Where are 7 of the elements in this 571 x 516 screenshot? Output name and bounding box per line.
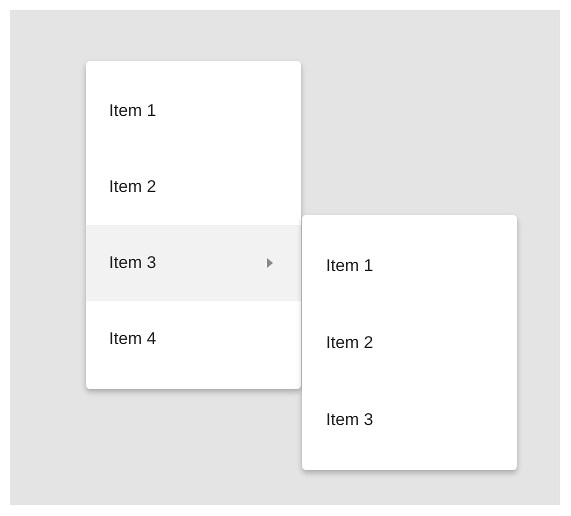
menu-item[interactable]: Item 2 — [302, 304, 517, 381]
menu-item[interactable]: Item 3 — [86, 225, 301, 301]
menu-item[interactable]: Item 1 — [86, 73, 301, 149]
menu-item[interactable]: Item 2 — [86, 149, 301, 225]
menu-item[interactable]: Item 4 — [86, 301, 301, 377]
menu-item[interactable]: Item 1 — [302, 227, 517, 304]
menu-item[interactable]: Item 3 — [302, 381, 517, 458]
